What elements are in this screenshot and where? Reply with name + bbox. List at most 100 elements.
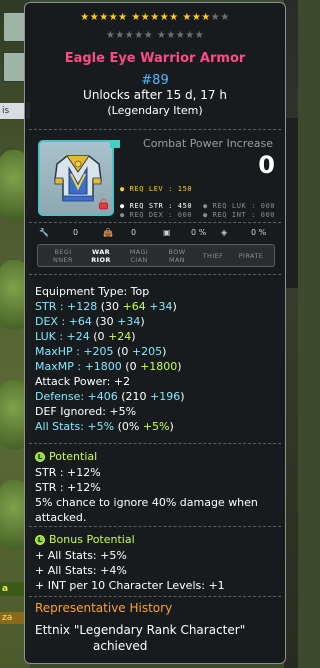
history-line: achieved [93, 639, 148, 653]
req-level-text: REQ LEV : 150 [129, 185, 193, 193]
unlock-timer: Unlocks after 15 d, 17 h [83, 88, 227, 102]
star-filled-icon: ★ [89, 12, 100, 23]
potential-line: STR : +12% [35, 481, 101, 494]
stat-luk-bonus: +24 [108, 330, 132, 343]
class-beginner: BEGI NNER [53, 248, 73, 264]
item-grade: (Legendary Item) [107, 104, 203, 117]
stat-dex-enh: +34 [117, 315, 141, 328]
req-str-text: REQ STR : 450 [129, 202, 193, 210]
divider [29, 129, 281, 130]
legendary-potential-icon: L [35, 451, 45, 462]
stat-maxhp-enh: +205 [131, 345, 163, 358]
star-empty-icon: ★ [105, 30, 116, 41]
item-stats: Equipment Type: Top STR : +128 (30 +64 +… [35, 284, 185, 434]
stat-all-close: ) [169, 420, 174, 433]
bonus-potential-line: + All Stats: +4% [35, 564, 127, 577]
req-luk-text: REQ LUK : 000 [212, 202, 276, 210]
star-force-row-2: ★★★★★ ★★★★★ [25, 30, 285, 42]
star-force-row-1: ★★★★★ ★★★★★ ★★★★★ [25, 12, 285, 24]
mini-stat-value: 0 % [191, 228, 207, 237]
stat-maxhp-total: MaxHP : +205 [35, 345, 114, 358]
stat-defense-open: (210 [117, 390, 151, 403]
star-empty-icon: ★ [124, 30, 135, 41]
stat-str-total: STR : +128 [35, 300, 98, 313]
stat-all-stats: All Stats: +5% (0% +5%) [35, 419, 185, 434]
star-filled-icon: ★ [140, 12, 151, 23]
background-right-scene [284, 0, 298, 668]
star-filled-icon: ★ [169, 12, 179, 23]
history-line: Ettnix "Legendary Rank Character" [35, 623, 246, 637]
stat-defense-total: Defense: +406 [35, 390, 118, 403]
stat-attack: Attack Power: +2 [35, 375, 131, 388]
stat-luk-open: (0 [89, 330, 109, 343]
stat-maxhp-open: (0 [113, 345, 132, 358]
stat-dex-total: DEX : +64 [35, 315, 92, 328]
combat-power-label: Combat Power Increase [143, 137, 273, 150]
stat-def-ignored: DEF Ignored: +5% [35, 405, 137, 418]
star-filled-icon: ★ [80, 12, 90, 23]
wrench-icon: 🔧 [39, 228, 49, 237]
legendary-potential-icon: L [35, 534, 45, 545]
bonus-potential-line: + INT per 10 Character Levels: +1 [35, 579, 225, 592]
req-dex-text: REQ DEX : 000 [129, 211, 193, 219]
star-empty-icon: ★ [194, 30, 205, 41]
mini-stat-value: 0 [73, 228, 79, 237]
star-empty-icon: ★ [115, 30, 125, 41]
stat-luk-total: LUK : +24 [35, 330, 90, 343]
history-text: Ettnix "Legendary Rank Character" achiev… [35, 622, 275, 654]
star-empty-icon: ★ [134, 30, 144, 41]
mini-stat-value: 0 % [251, 228, 267, 237]
class-thief: THIEF [202, 252, 224, 260]
divider [29, 222, 281, 223]
star-filled-icon: ★ [159, 12, 170, 23]
star-filled-icon: ★ [201, 12, 211, 23]
potential-line: 5% chance to ignore 40% damage when [35, 496, 258, 509]
stat-dex: DEX : +64 (30 +34) [35, 314, 185, 329]
potential-title-text: Potential [49, 450, 98, 463]
lock-icon [99, 198, 108, 210]
req-level: ● REQ LEV : 150 [120, 185, 193, 193]
class-requirement-bar: BEGI NNER WAR RIOR MAGI CIAN BOW MAN THIEF PIRATE [37, 244, 275, 267]
stat-luk: LUK : +24 (0 +24) [35, 329, 185, 344]
stat-maxhp-close: ) [162, 345, 167, 358]
bonus-potential-lines: + All Stats: +5% + All Stats: +4% + INT … [35, 548, 225, 593]
item-tooltip: ★★★★★ ★★★★★ ★★★★★ ★★★★★ ★★★★★ Eagle Eye … [24, 2, 286, 664]
stat-all-bonus: +5% [142, 420, 170, 433]
class-bowman: BOW MAN [168, 248, 186, 264]
star-empty-icon: ★ [156, 30, 167, 41]
divider [29, 596, 281, 597]
bonus-potential-line: + All Stats: +5% [35, 549, 127, 562]
class-pirate: PIRATE [238, 252, 264, 260]
bag-icon: 👜 [103, 228, 113, 237]
star-filled-icon: ★ [182, 12, 192, 23]
req-int-text: REQ INT : 000 [212, 211, 276, 219]
divider [29, 443, 281, 444]
mini-stat-value: 0 [131, 228, 137, 237]
combat-power-value: 0 [258, 151, 275, 179]
stat-maxmp-open: (0 [121, 360, 141, 373]
star-empty-icon: ★ [210, 12, 221, 23]
item-name: Eagle Eye Warrior Armor [64, 51, 246, 66]
req-dex: ● REQ DEX : 000 [120, 211, 193, 219]
bonus-potential-title-text: Bonus Potential [49, 533, 135, 546]
potential-title: L Potential [35, 450, 97, 463]
stat-defense-close: ) [180, 390, 185, 403]
req-luk: ● REQ LUK : 000 [203, 202, 276, 210]
potential-icon: ◈ [221, 228, 228, 237]
shield-icon: ▣ [163, 228, 171, 237]
stat-luk-close: ) [131, 330, 136, 343]
star-filled-icon: ★ [131, 12, 141, 23]
star-empty-icon: ★ [220, 12, 230, 23]
req-str: ● REQ STR : 450 [120, 202, 193, 210]
potential-lines: STR : +12% STR : +12% 5% chance to ignor… [35, 465, 258, 525]
potential-line: attacked. [35, 511, 87, 524]
stat-all-total: All Stats: +5% [35, 420, 115, 433]
mini-stat-row: 🔧 0 👜 0 ▣ 0 % ◈ 0 % [39, 228, 279, 240]
star-filled-icon: ★ [191, 12, 202, 23]
history-title: Representative History [35, 601, 173, 615]
stat-defense-enh: +196 [150, 390, 181, 403]
stat-str-enh: +34 [145, 300, 173, 313]
class-magician: MAGI CIAN [129, 248, 149, 264]
item-icon-frame [38, 140, 120, 216]
stat-dex-close: ) [140, 315, 145, 328]
